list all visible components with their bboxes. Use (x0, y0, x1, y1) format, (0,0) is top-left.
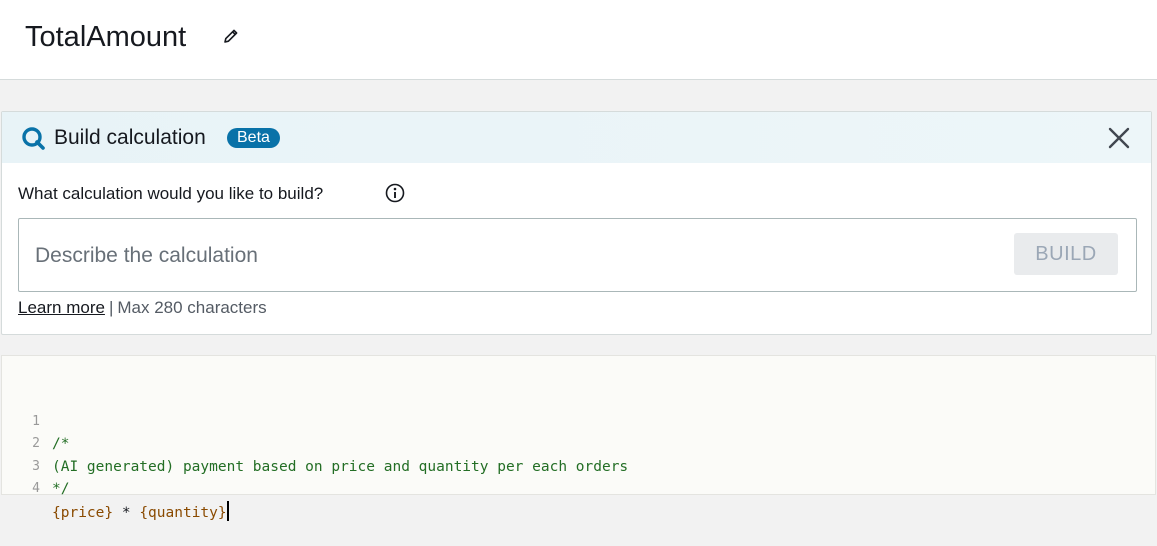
calculation-input-box: BUILD (18, 218, 1137, 292)
field-quantity: {quantity} (139, 504, 227, 521)
build-calculation-panel: Build calculation Beta What calculation … (1, 111, 1152, 335)
describe-calculation-input[interactable] (33, 241, 997, 271)
multiply-operator: * (113, 504, 140, 521)
info-icon[interactable] (385, 183, 405, 203)
comment-text: (AI generated) payment based on price an… (52, 458, 629, 475)
calculation-name: TotalAmount (25, 21, 187, 53)
q-search-icon (22, 127, 45, 150)
comment-text: /* (52, 436, 70, 452)
page-header: TotalAmount (0, 0, 1157, 80)
pencil-icon[interactable] (222, 27, 240, 45)
beta-badge: Beta (227, 128, 280, 148)
code-line: 3 */ (2, 433, 69, 498)
learn-more-link[interactable]: Learn more (18, 298, 105, 317)
input-footer: Learn more | Max 280 characters (18, 297, 267, 319)
code-line: 1 /* (2, 388, 69, 453)
comment-text: */ (52, 481, 70, 497)
close-icon[interactable] (1108, 127, 1130, 149)
line-number: 4 (32, 481, 40, 496)
char-limit: Max 280 characters (117, 298, 267, 317)
panel-title: Build calculation (54, 126, 206, 149)
code-line: 4 {price} * {quantity} (2, 456, 229, 521)
code-line: 2 (AI generated) payment based on price … (2, 411, 628, 475)
formula-editor[interactable]: 1 /* 2 (AI generated) payment based on p… (1, 355, 1156, 521)
expression: {price} * {quantity} (52, 500, 229, 525)
text-cursor (226, 500, 229, 521)
field-price: {price} (52, 504, 114, 521)
code-area[interactable]: 1 /* 2 (AI generated) payment based on p… (2, 388, 628, 521)
separator: | (108, 298, 114, 317)
prompt-question: What calculation would you like to build… (18, 184, 324, 203)
build-button[interactable]: BUILD (1014, 233, 1118, 275)
panel-header: Build calculation Beta (2, 112, 1151, 163)
